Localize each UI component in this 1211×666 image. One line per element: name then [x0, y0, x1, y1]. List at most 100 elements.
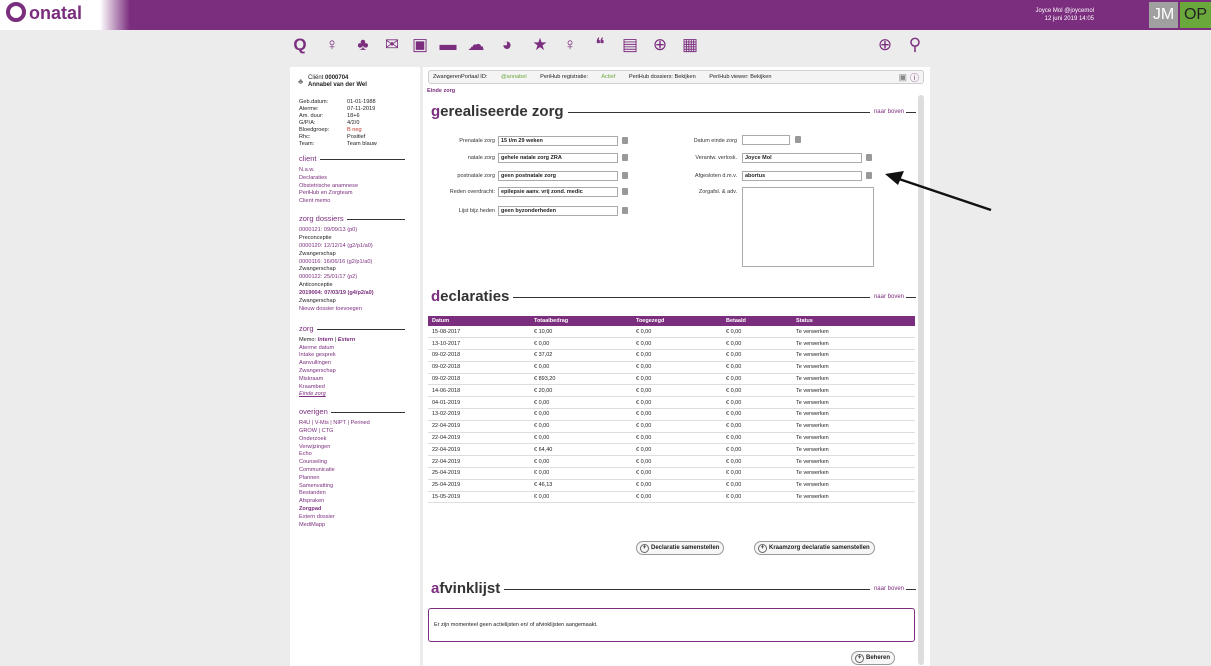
postnatale-info-icon[interactable] — [622, 172, 628, 179]
pregnant-icon[interactable]: ♀ — [560, 35, 580, 55]
dossier-item[interactable]: 0000120: 12/12/14 (g2/p1/a0) Zwangerschap — [299, 243, 411, 258]
prenatale-info-icon[interactable] — [622, 137, 628, 144]
afgesloten-dmv-select[interactable]: abortus — [742, 171, 862, 181]
calendar-icon[interactable]: ▤ — [620, 35, 640, 55]
star-icon[interactable]: ★ — [530, 35, 550, 55]
postnatale-zorg-select[interactable]: geen postnatale zorg — [498, 171, 618, 181]
sidebar-overigen-link[interactable]: Communicatie — [299, 467, 411, 475]
avatar-jm[interactable]: JM — [1149, 2, 1178, 28]
naar-boven-link[interactable]: naar boven — [869, 294, 917, 300]
sidebar-overigen-link[interactable]: Samenvatting — [299, 483, 411, 491]
overigen-links-row2[interactable]: GROW | CTG — [299, 428, 411, 436]
naar-boven-link[interactable]: naar boven — [869, 586, 917, 592]
sidebar-overigen-link[interactable]: Extern dossier — [299, 514, 411, 522]
sidebar-overigen-link[interactable]: Verwijzingen — [299, 444, 411, 452]
sidebar-zorg-link[interactable]: Aanvullingen — [299, 360, 411, 368]
perihub-viewer-link[interactable]: PeriHub viewer: Bekijken — [709, 74, 771, 80]
dossier-link[interactable]: 0000122: 25/01/17 (p2) — [299, 274, 411, 282]
sidebar-client-link[interactable]: Declaraties — [299, 175, 411, 183]
reden-overdracht-select[interactable]: epilepsie aanv. vrij zond. medic — [498, 187, 618, 197]
printer-icon[interactable]: ▣ — [410, 35, 430, 55]
dossier-link[interactable]: 0000121: 09/09/13 (p0) — [299, 227, 411, 235]
baby-scale-icon[interactable]: ♣ — [353, 35, 373, 55]
logo[interactable]: onatal — [0, 0, 130, 30]
prenatale-zorg-select[interactable]: 15 t/m 29 weken — [498, 136, 618, 146]
verantw-verlosk-select[interactable]: Joyce Mol — [742, 153, 862, 163]
zorgafsl-adv-textarea[interactable] — [742, 187, 874, 267]
avatar-op[interactable]: OP — [1180, 2, 1211, 28]
dossier-link[interactable]: 0000120: 12/12/14 (g2/p1/a0) — [299, 243, 411, 251]
table-row[interactable]: 22-04-2019 € 64,40 € 0,00 € 0,00 Te verwerke… — [428, 443, 915, 457]
breadcrumb[interactable]: Einde zorg — [427, 88, 455, 94]
search-icon[interactable]: ⚲ — [905, 35, 925, 55]
sidebar-zorg-link[interactable]: Miskraam — [299, 376, 411, 384]
table-row[interactable]: 22-04-2019 € 0,00 € 0,00 € 0,00 Te verwerken — [428, 420, 915, 433]
lijst-bijzonderheden-select[interactable]: geen byzonderheden — [498, 206, 618, 216]
verantw-info-icon[interactable] — [866, 154, 872, 161]
reden-info-icon[interactable] — [622, 188, 628, 195]
table-row[interactable]: 25-04-2019 € 46,13 € 0,00 € 0,00 Te verwerke… — [428, 479, 915, 492]
sidebar-client-link[interactable]: Client memo — [299, 198, 411, 206]
natale-zorg-select[interactable]: gehele natale zorg ZRA — [498, 153, 618, 163]
afgesloten-info-icon[interactable] — [866, 172, 872, 179]
onatal-icon[interactable]: Q — [290, 35, 310, 55]
info-icon[interactable]: ⓘ — [910, 72, 919, 84]
table-header[interactable]: Betaald — [722, 316, 792, 326]
sidebar-zorg-link[interactable]: Intake gesprek — [299, 352, 411, 360]
table-header[interactable]: Toegezegd — [632, 316, 722, 326]
table-row[interactable]: 25-04-2019 € 0,00 € 0,00 € 0,00 Te verwerken — [428, 467, 915, 480]
table-row[interactable]: 04-01-2019 € 0,00 € 0,00 € 0,00 Te verwerken — [428, 396, 915, 410]
table-row[interactable]: 13-02-2019 € 0,00 € 0,00 € 0,00 Te verwerken — [428, 408, 915, 421]
dossier-link[interactable]: 2019004: 07/03/19 (g4/p2/a0) — [299, 290, 411, 298]
overigen-links-row1[interactable]: R4U | V-Mis | NIPT | Perined — [299, 420, 411, 428]
sidebar-zorg-link[interactable]: Zwangerschap — [299, 368, 411, 376]
sidebar-overigen-link[interactable]: MediMapp — [299, 522, 411, 530]
chat-bubbles-icon[interactable]: ❝ — [590, 35, 610, 55]
sidebar-overigen-link[interactable]: Counseling — [299, 459, 411, 467]
dossier-link[interactable]: 0000116: 16/06/16 (g2/p1/a0) — [299, 259, 411, 267]
pregnant-icon[interactable]: ♀ — [322, 35, 342, 55]
dossier-item[interactable]: 0000121: 09/09/13 (p0) Preconceptie — [299, 227, 411, 242]
table-row[interactable]: 15-08-2017 € 10,00 € 0,00 € 0,00 Te verwerke… — [428, 326, 915, 339]
sidebar-client-link[interactable]: Obstetrische anamnese — [299, 183, 411, 191]
table-row[interactable]: 22-04-2019 € 0,00 € 0,00 € 0,00 Te verwerken — [428, 455, 915, 469]
user-info[interactable]: Joyce Mol @joycemol 12 juni 2019 14:05 — [1036, 7, 1094, 23]
lijst-info-icon[interactable] — [622, 207, 628, 214]
calendar-icon[interactable] — [795, 136, 801, 143]
perihub-dossiers-link[interactable]: PeriHub dossiers: Bekijken — [629, 74, 696, 80]
sidebar-zorg-link[interactable]: Aterme datum — [299, 345, 411, 353]
plus-circle-icon[interactable]: ⊕ — [875, 35, 895, 55]
table-header[interactable]: Totaalbedrag — [530, 316, 632, 326]
calculator-icon[interactable]: ▦ — [680, 35, 700, 55]
memo-extern-link[interactable]: Extern — [338, 337, 355, 343]
print-icon[interactable]: ▣ — [898, 71, 907, 83]
sidebar-overigen-link[interactable]: Onderzoek — [299, 436, 411, 444]
new-dossier-link[interactable]: Nieuw dossier toevoegen — [299, 306, 411, 314]
sidebar-client-link[interactable]: N.a.w. — [299, 167, 411, 175]
table-row[interactable]: 09-02-2018 € 37,02 € 0,00 € 0,00 Te verwerke… — [428, 349, 915, 362]
table-row[interactable]: 09-02-2018 € 0,00 € 0,00 € 0,00 Te verwerken — [428, 361, 915, 374]
card-icon[interactable]: ▬ — [438, 35, 458, 55]
sidebar-overigen-link[interactable]: Bestanden — [299, 490, 411, 498]
beheren-button[interactable]: Beheren — [851, 651, 896, 665]
table-row[interactable]: 14-06-2018 € 20,00 € 0,00 € 0,00 Te verwerke… — [428, 384, 915, 398]
table-header[interactable]: Datum — [428, 316, 530, 326]
pie-chart-icon[interactable]: ◕ — [497, 35, 517, 55]
table-row[interactable]: 22-04-2019 € 0,00 € 0,00 € 0,00 Te verwerken — [428, 432, 915, 445]
sidebar-overigen-link[interactable]: Afspraken — [299, 498, 411, 506]
table-row[interactable]: 09-02-2018 € 893,20 € 0,00 € 0,00 Te verwerk… — [428, 373, 915, 386]
dossier-item[interactable]: 0000116: 16/06/16 (g2/p1/a0) Zwangerschap — [299, 259, 411, 274]
sidebar-zorg-link[interactable]: Kraambed — [299, 384, 411, 392]
naar-boven-link[interactable]: naar boven — [869, 109, 917, 115]
mail-icon[interactable]: ✉ — [382, 35, 402, 55]
sidebar-overigen-link[interactable]: Zorgpad — [299, 506, 411, 514]
natale-info-icon[interactable] — [622, 154, 628, 161]
sidebar-zorg-link[interactable]: Einde zorg — [299, 391, 411, 399]
sidebar-client-link[interactable]: PeriHub en Zorgteam — [299, 190, 411, 198]
datum-einde-zorg-input[interactable] — [742, 135, 790, 145]
dossier-item[interactable]: 2019004: 07/03/19 (g4/p2/a0) Zwangerschap — [299, 290, 411, 305]
dossier-item[interactable]: 0000122: 25/01/17 (p2) Anticonceptie — [299, 274, 411, 289]
table-row[interactable]: 13-10-2017 € 0,00 € 0,00 € 0,00 Te verwerken — [428, 337, 915, 351]
globe-icon[interactable]: ⊕ — [650, 35, 670, 55]
table-row[interactable]: 15-05-2019 € 0,00 € 0,00 € 0,00 Te verwerken — [428, 491, 915, 504]
